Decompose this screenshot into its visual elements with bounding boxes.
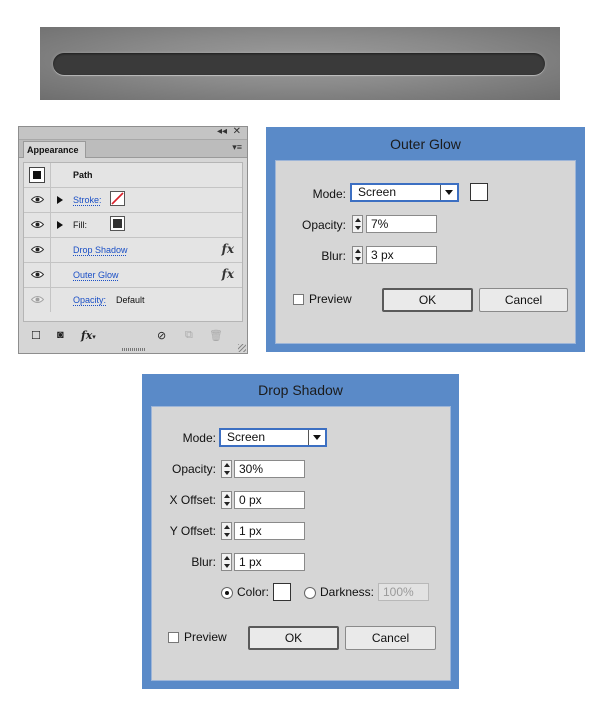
row-stroke[interactable]: Stroke: (24, 188, 242, 213)
row-gutter (24, 263, 51, 287)
row-gutter (24, 213, 51, 237)
panel-menu-icon[interactable]: ▾≡ (232, 142, 242, 153)
x-offset-input[interactable]: 0 px (234, 491, 305, 509)
mode-select[interactable]: Screen (350, 183, 459, 202)
opacity-label: Opacity: (301, 218, 346, 232)
mode-label: Mode: (182, 431, 216, 445)
appearance-panel: ◂◂ ✕ Appearance ▾≡ Path Stroke: Fill: Dr… (18, 126, 248, 354)
row-stroke-label[interactable]: Stroke: (73, 194, 102, 206)
add-new-stroke-icon[interactable]: ☐ (31, 329, 41, 342)
row-gutter (24, 163, 51, 187)
cancel-button[interactable]: Cancel (479, 288, 568, 312)
disclosure-triangle-icon[interactable] (57, 221, 63, 229)
close-icon[interactable]: ✕ (233, 126, 241, 137)
color-radio[interactable] (221, 587, 233, 599)
eye-icon[interactable] (31, 195, 44, 204)
fx-icon[interactable]: fx (222, 267, 234, 281)
dialog-body: Mode: Screen Opacity: 30% X Offset: 0 px… (151, 406, 451, 681)
opacity-input[interactable]: 30% (234, 460, 305, 478)
blur-label: Blur: (321, 249, 346, 263)
row-gutter (24, 288, 51, 312)
row-opacity[interactable]: Opacity: Default (24, 288, 242, 313)
ok-button[interactable]: OK (248, 626, 339, 650)
delete-item-icon[interactable]: 🗑 (209, 329, 223, 342)
panel-titlebar[interactable]: ◂◂ ✕ (19, 126, 247, 140)
dialog-title: Outer Glow (390, 136, 461, 152)
blur-stepper[interactable] (352, 246, 363, 264)
shadow-color-swatch[interactable] (273, 583, 291, 601)
tab-appearance[interactable]: Appearance (23, 141, 86, 158)
panel-tab-row: Appearance ▾≡ (19, 140, 247, 158)
preview-checkbox[interactable] (168, 632, 179, 643)
mode-select-value: Screen (227, 430, 266, 444)
stroke-swatch-none-icon[interactable] (110, 191, 125, 206)
row-drop-shadow-label[interactable]: Drop Shadow (73, 244, 128, 256)
panel-footer: ☐ ◙ fx▾ ⊘ ⧉ 🗑 (27, 327, 245, 345)
mode-select-value: Screen (358, 185, 397, 199)
x-offset-stepper[interactable] (221, 491, 232, 509)
row-gutter (24, 188, 51, 212)
opacity-stepper[interactable] (352, 215, 363, 233)
duplicate-item-icon[interactable]: ⧉ (185, 329, 193, 342)
row-opacity-value: Default (116, 295, 145, 305)
eye-icon[interactable] (31, 295, 44, 304)
row-fill[interactable]: Fill: (24, 213, 242, 238)
add-new-effect-icon[interactable]: fx▾ (81, 329, 96, 342)
row-path-label: Path (73, 170, 93, 180)
preview-label[interactable]: Preview (184, 630, 227, 644)
darkness-label[interactable]: Darkness: (320, 585, 374, 599)
row-outer-glow[interactable]: Outer Glow fx (24, 263, 242, 288)
ok-button[interactable]: OK (382, 288, 473, 312)
row-fill-label: Fill: (73, 220, 87, 230)
dialog-title: Drop Shadow (258, 382, 343, 398)
disclosure-triangle-icon[interactable] (57, 196, 63, 204)
rounded-bar-artwork (53, 53, 545, 75)
panel-resize-grip[interactable] (122, 348, 146, 351)
mode-select[interactable]: Screen (219, 428, 327, 447)
row-drop-shadow[interactable]: Drop Shadow fx (24, 238, 242, 263)
mode-label: Mode: (312, 187, 346, 201)
fill-swatch-icon[interactable] (110, 216, 125, 231)
row-gutter (24, 238, 51, 262)
eye-icon[interactable] (31, 245, 44, 254)
opacity-label: Opacity: (171, 462, 216, 476)
dialog-body: Mode: Screen Opacity: 7% Blur: 3 px Prev… (275, 160, 576, 344)
preview-checkbox[interactable] (293, 294, 304, 305)
outer-glow-dialog: Outer Glow Mode: Screen Opacity: 7% Blur… (266, 127, 585, 352)
eye-icon[interactable] (31, 220, 44, 229)
add-new-fill-icon[interactable]: ◙ (57, 329, 64, 341)
y-offset-stepper[interactable] (221, 522, 232, 540)
darkness-radio[interactable] (304, 587, 316, 599)
blur-label: Blur: (191, 555, 216, 569)
artwork-preview (40, 27, 560, 100)
drop-shadow-dialog: Drop Shadow Mode: Screen Opacity: 30% X … (142, 374, 459, 689)
opacity-stepper[interactable] (221, 460, 232, 478)
cancel-button[interactable]: Cancel (345, 626, 436, 650)
eye-icon[interactable] (31, 270, 44, 279)
path-thumbnail-icon (29, 167, 45, 183)
collapse-icon[interactable]: ◂◂ (217, 126, 227, 137)
resize-corner[interactable] (238, 344, 246, 352)
fx-icon[interactable]: fx (222, 242, 234, 256)
x-offset-label: X Offset: (169, 493, 216, 507)
opacity-input[interactable]: 7% (366, 215, 437, 233)
chevron-down-icon[interactable] (440, 185, 457, 200)
blur-input[interactable]: 1 px (234, 553, 305, 571)
y-offset-label: Y Offset: (169, 524, 216, 538)
darkness-input: 100% (378, 583, 429, 601)
color-label[interactable]: Color: (237, 585, 269, 599)
row-opacity-label[interactable]: Opacity: (73, 294, 106, 306)
clear-appearance-icon[interactable]: ⊘ (157, 329, 166, 342)
blur-input[interactable]: 3 px (366, 246, 437, 264)
row-outer-glow-label[interactable]: Outer Glow (73, 269, 119, 281)
chevron-down-icon[interactable] (308, 430, 325, 445)
appearance-list: Path Stroke: Fill: Drop Shadow fx Outer … (23, 162, 243, 322)
row-path[interactable]: Path (24, 163, 242, 188)
y-offset-input[interactable]: 1 px (234, 522, 305, 540)
preview-label[interactable]: Preview (309, 292, 352, 306)
glow-color-swatch[interactable] (470, 183, 488, 201)
blur-stepper[interactable] (221, 553, 232, 571)
